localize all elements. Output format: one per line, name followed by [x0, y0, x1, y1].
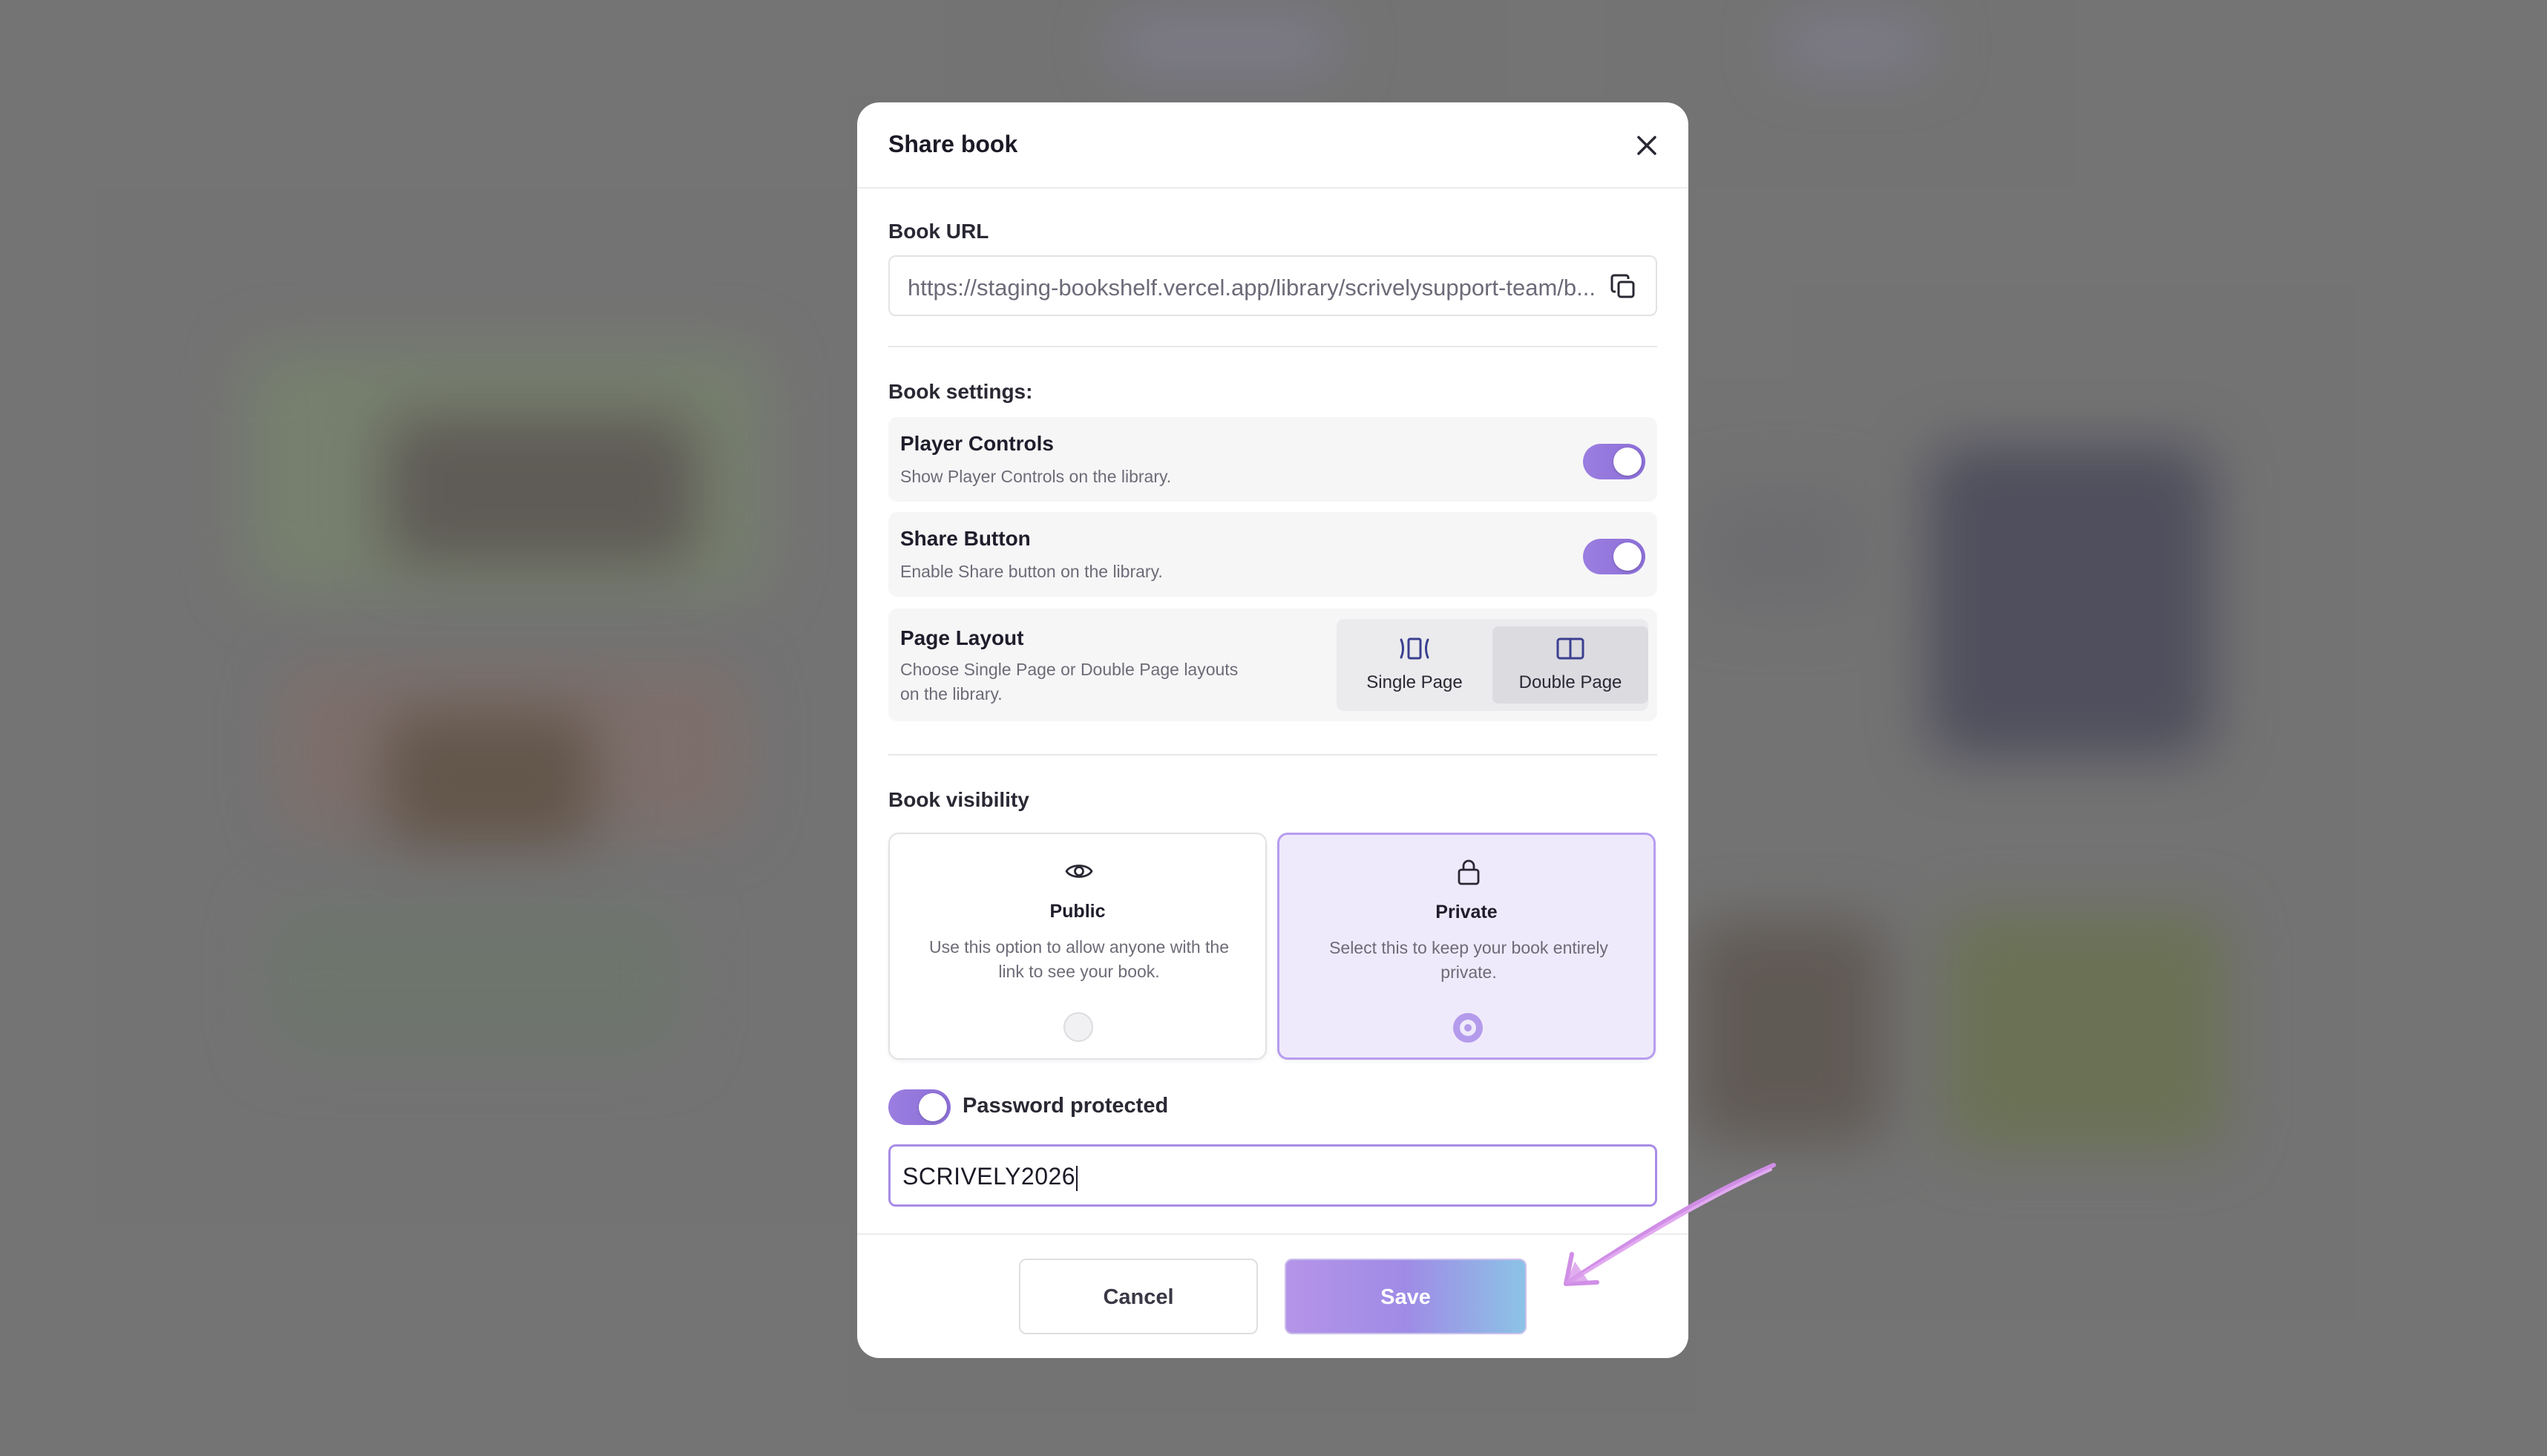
- single-page-icon: [1400, 637, 1429, 660]
- book-settings-heading: Book settings:: [888, 380, 1033, 403]
- private-radio[interactable]: [1453, 1013, 1483, 1043]
- eye-icon: [1065, 865, 1093, 878]
- cancel-button[interactable]: Cancel: [1019, 1259, 1258, 1334]
- text-caret: [1076, 1165, 1078, 1191]
- double-page-option[interactable]: Double Page: [1492, 626, 1648, 704]
- page-layout-title: Page Layout: [900, 626, 1024, 649]
- close-icon: [1637, 136, 1656, 155]
- private-description: Select this to keep your book entirely p…: [1329, 938, 1608, 982]
- public-description: Use this option to allow anyone with the…: [928, 937, 1230, 981]
- password-text: SCRIVELY2026: [902, 1163, 1076, 1190]
- single-page-option[interactable]: Single Page: [1337, 626, 1492, 704]
- player-controls-toggle[interactable]: [1583, 444, 1645, 479]
- player-controls-setting: Player Controls Show Player Controls on …: [888, 417, 1657, 502]
- page-layout-setting: Page Layout Choose Single Page or Double…: [888, 609, 1657, 721]
- toggle-knob: [1613, 542, 1642, 571]
- password-value[interactable]: SCRIVELY2026: [902, 1163, 1078, 1191]
- player-controls-title: Player Controls: [900, 432, 1054, 455]
- copy-icon: [1610, 274, 1635, 298]
- share-button-title: Share Button: [900, 527, 1031, 550]
- close-button[interactable]: [1629, 128, 1665, 163]
- annotation-arrow-icon: [1564, 1163, 1776, 1286]
- double-page-icon: [1556, 637, 1584, 660]
- public-radio[interactable]: [1063, 1012, 1093, 1042]
- password-protected-label: Password protected: [963, 1094, 1169, 1118]
- public-title: Public: [1049, 901, 1106, 922]
- share-button-toggle[interactable]: [1583, 539, 1645, 574]
- divider: [888, 754, 1657, 755]
- public-visibility-card[interactable]: Public Use this option to allow anyone w…: [888, 833, 1267, 1060]
- toggle-knob: [1613, 447, 1642, 476]
- lock-icon: [1458, 859, 1480, 885]
- book-visibility-heading: Book visibility: [888, 788, 1029, 811]
- single-page-label: Single Page: [1366, 672, 1463, 692]
- share-button-description: Enable Share button on the library.: [900, 562, 1163, 581]
- divider: [888, 346, 1657, 347]
- copy-url-button[interactable]: [1608, 272, 1639, 303]
- dialog-title: Share book: [888, 131, 1018, 157]
- double-page-label: Double Page: [1518, 672, 1622, 692]
- book-url-label: Book URL: [888, 220, 989, 243]
- book-url-value[interactable]: https://staging-bookshelf.vercel.app/lib…: [908, 275, 1598, 301]
- page-layout-description: Choose Single Page or Double Page layout…: [900, 660, 1239, 704]
- password-protected-toggle[interactable]: [888, 1089, 951, 1125]
- private-title: Private: [1435, 902, 1498, 922]
- page-layout-segmented-control: Single Page Double Page: [1337, 619, 1648, 711]
- share-button-setting: Share Button Enable Share button on the …: [888, 512, 1657, 597]
- toggle-knob: [919, 1093, 947, 1121]
- dialog-header: Share book: [857, 102, 1688, 188]
- player-controls-description: Show Player Controls on the library.: [900, 467, 1172, 486]
- private-visibility-card[interactable]: Private Select this to keep your book en…: [1277, 833, 1656, 1060]
- book-url-field[interactable]: https://staging-bookshelf.vercel.app/lib…: [888, 255, 1657, 316]
- save-button[interactable]: Save: [1285, 1259, 1527, 1334]
